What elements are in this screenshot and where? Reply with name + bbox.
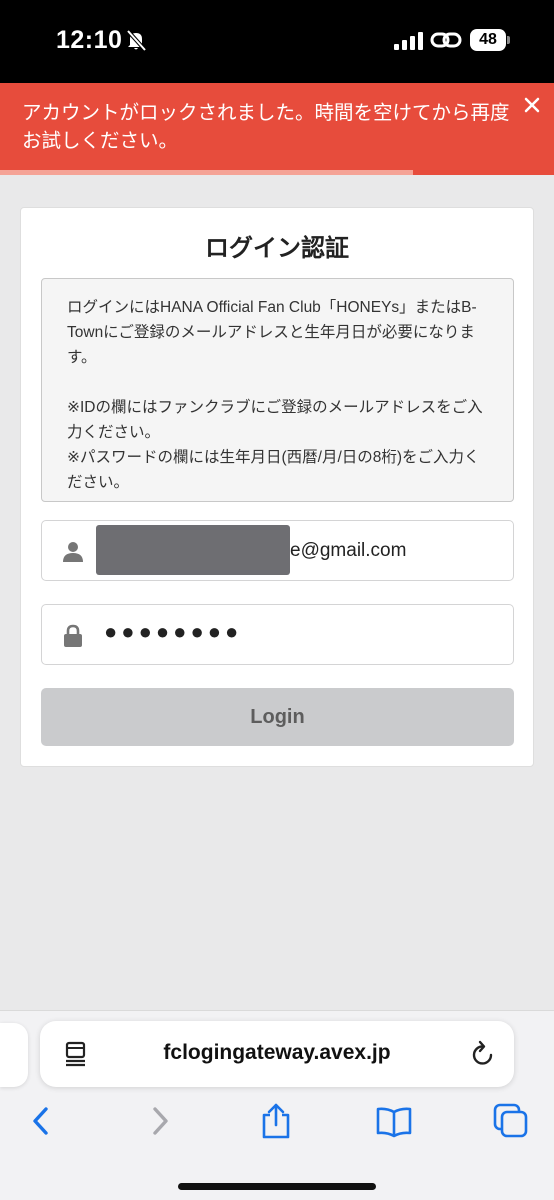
status-time: 12:10 xyxy=(56,26,123,54)
page-title: ログイン認証 xyxy=(205,235,349,262)
close-icon[interactable] xyxy=(520,93,544,117)
alert-message: アカウントがロックされました。時間を空けてから再度お試しください。 xyxy=(22,102,510,152)
status-bar: 12:10 48 xyxy=(0,0,554,83)
info-text-2: ※IDの欄にはファンクラブにご登録のメールアドレスをご入力ください。 xyxy=(67,399,483,441)
info-box: ログインにはHANA Official Fan Club「HONEYs」またはB… xyxy=(41,278,514,502)
reload-icon[interactable] xyxy=(470,1040,496,1068)
lock-icon xyxy=(64,624,82,647)
email-value: e@gmail.com xyxy=(290,540,407,561)
browser-toolbar: fclogingateway.avex.jp xyxy=(0,1010,554,1200)
signal-icon xyxy=(394,32,423,50)
redacted-email-block xyxy=(96,525,290,575)
tabs-icon[interactable] xyxy=(493,1103,529,1139)
login-button[interactable]: Login xyxy=(41,688,514,746)
battery-level: 48 xyxy=(470,29,506,51)
url-text: fclogingateway.avex.jp xyxy=(163,1041,391,1064)
user-icon xyxy=(63,542,83,562)
home-indicator xyxy=(178,1183,376,1190)
lock-alert: アカウントがロックされました。時間を空けてから再度お試しください。 xyxy=(0,83,554,175)
password-field[interactable]: ●●●●●●●● xyxy=(41,604,514,665)
back-icon[interactable] xyxy=(24,1103,60,1139)
login-card: ログイン認証 ログインにはHANA Official Fan Club「HONE… xyxy=(20,207,534,767)
share-icon[interactable] xyxy=(258,1103,294,1139)
bookmarks-icon[interactable] xyxy=(376,1103,412,1139)
address-bar[interactable]: fclogingateway.avex.jp xyxy=(40,1021,514,1087)
battery-cap xyxy=(507,36,510,44)
password-value: ●●●●●●●● xyxy=(104,619,243,644)
email-field[interactable]: e@gmail.com xyxy=(41,520,514,581)
info-text-3: ※パスワードの欄には生年月日(西暦/月/日の8桁)をご入力ください。 xyxy=(67,449,480,491)
info-text-1: ログインにはHANA Official Fan Club「HONEYs」またはB… xyxy=(67,299,477,366)
bell-muted-icon xyxy=(126,29,147,52)
alert-progress-bar xyxy=(0,170,413,175)
previous-tab-preview[interactable] xyxy=(0,1023,28,1087)
battery-indicator: 48 xyxy=(470,29,510,51)
forward-icon[interactable] xyxy=(143,1103,179,1139)
link-icon xyxy=(430,32,462,48)
